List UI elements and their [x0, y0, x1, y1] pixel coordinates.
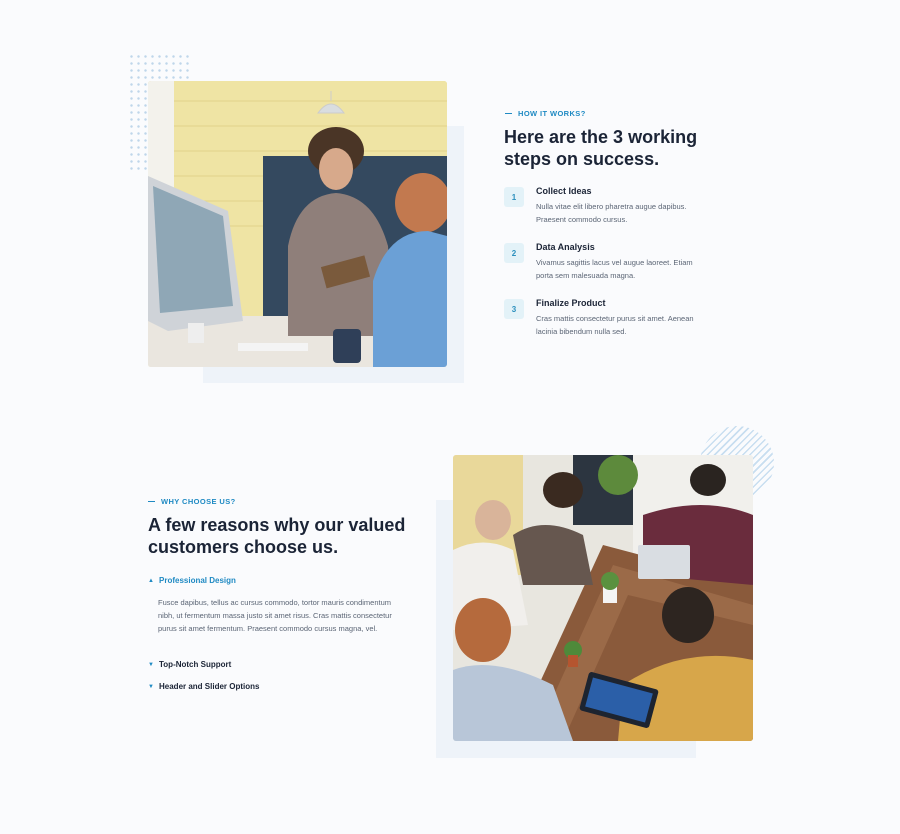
heading-line: customers choose us.: [148, 537, 339, 557]
accordion-title: Top-Notch Support: [159, 660, 232, 669]
section-heading: A few reasons why our valued customers c…: [148, 514, 405, 558]
accordion-item-professional-design[interactable]: ▲ Professional Design: [148, 576, 236, 585]
eyebrow-dash: [505, 113, 512, 114]
step-description: Vivamus sagittis lacus vel augue laoreet…: [536, 258, 693, 280]
step-item: 1 Collect Ideas Nulla vitae elit libero …: [504, 186, 706, 226]
team-meeting-photo: [148, 81, 447, 367]
eyebrow-text: HOW IT WORKS?: [518, 109, 586, 118]
step-title: Collect Ideas: [536, 186, 592, 196]
how-it-works-eyebrow: HOW IT WORKS?: [505, 109, 586, 118]
why-choose-us-eyebrow: WHY CHOOSE US?: [148, 497, 236, 506]
team-table-photo: [453, 455, 753, 741]
heading-line: Here are the 3 working: [504, 127, 698, 147]
step-title: Data Analysis: [536, 242, 595, 252]
step-number-badge: 1: [504, 187, 524, 207]
heading-line: A few reasons why our valued: [148, 515, 406, 535]
caret-down-icon: ▼: [148, 683, 154, 690]
caret-up-icon: ▲: [148, 577, 154, 584]
step-number-badge: 2: [504, 243, 524, 263]
eyebrow-dash: [148, 501, 155, 502]
eyebrow-text: WHY CHOOSE US?: [161, 497, 236, 506]
accordion-title: Header and Slider Options: [159, 682, 260, 691]
accordion-item-top-notch-support[interactable]: ▼ Top-Notch Support: [148, 660, 231, 669]
step-title: Finalize Product: [536, 298, 606, 308]
accordion-item-header-slider-options[interactable]: ▼ Header and Slider Options: [148, 682, 259, 691]
section-heading: Here are the 3 working steps on success.: [504, 126, 697, 170]
step-number-badge: 3: [504, 299, 524, 319]
accordion-title: Professional Design: [159, 576, 236, 585]
accordion-body: Fusce dapibus, tellus ac cursus commodo,…: [158, 598, 392, 633]
step-item: 2 Data Analysis Vivamus sagittis lacus v…: [504, 242, 706, 282]
heading-line: steps on success.: [504, 149, 660, 169]
step-description: Cras mattis consectetur purus sit amet. …: [536, 314, 694, 336]
caret-down-icon: ▼: [148, 661, 154, 668]
step-item: 3 Finalize Product Cras mattis consectet…: [504, 298, 706, 338]
step-description: Nulla vitae elit libero pharetra augue d…: [536, 202, 687, 224]
